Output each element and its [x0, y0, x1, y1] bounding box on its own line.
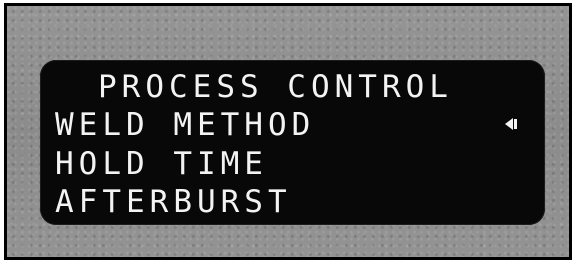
left-arrow-cursor-icon — [505, 118, 517, 130]
control-panel-photo: PROCESS CONTROL WELD METHOD HOLD TIME AF… — [4, 3, 572, 260]
menu-item-afterburst[interactable]: AFTERBURST — [55, 187, 292, 218]
menu-item-hold-time[interactable]: HOLD TIME — [55, 149, 268, 180]
menu-item-weld-method[interactable]: WELD METHOD — [55, 110, 315, 141]
lcd-display: PROCESS CONTROL WELD METHOD HOLD TIME AF… — [40, 60, 545, 225]
menu-title: PROCESS CONTROL — [98, 69, 453, 105]
